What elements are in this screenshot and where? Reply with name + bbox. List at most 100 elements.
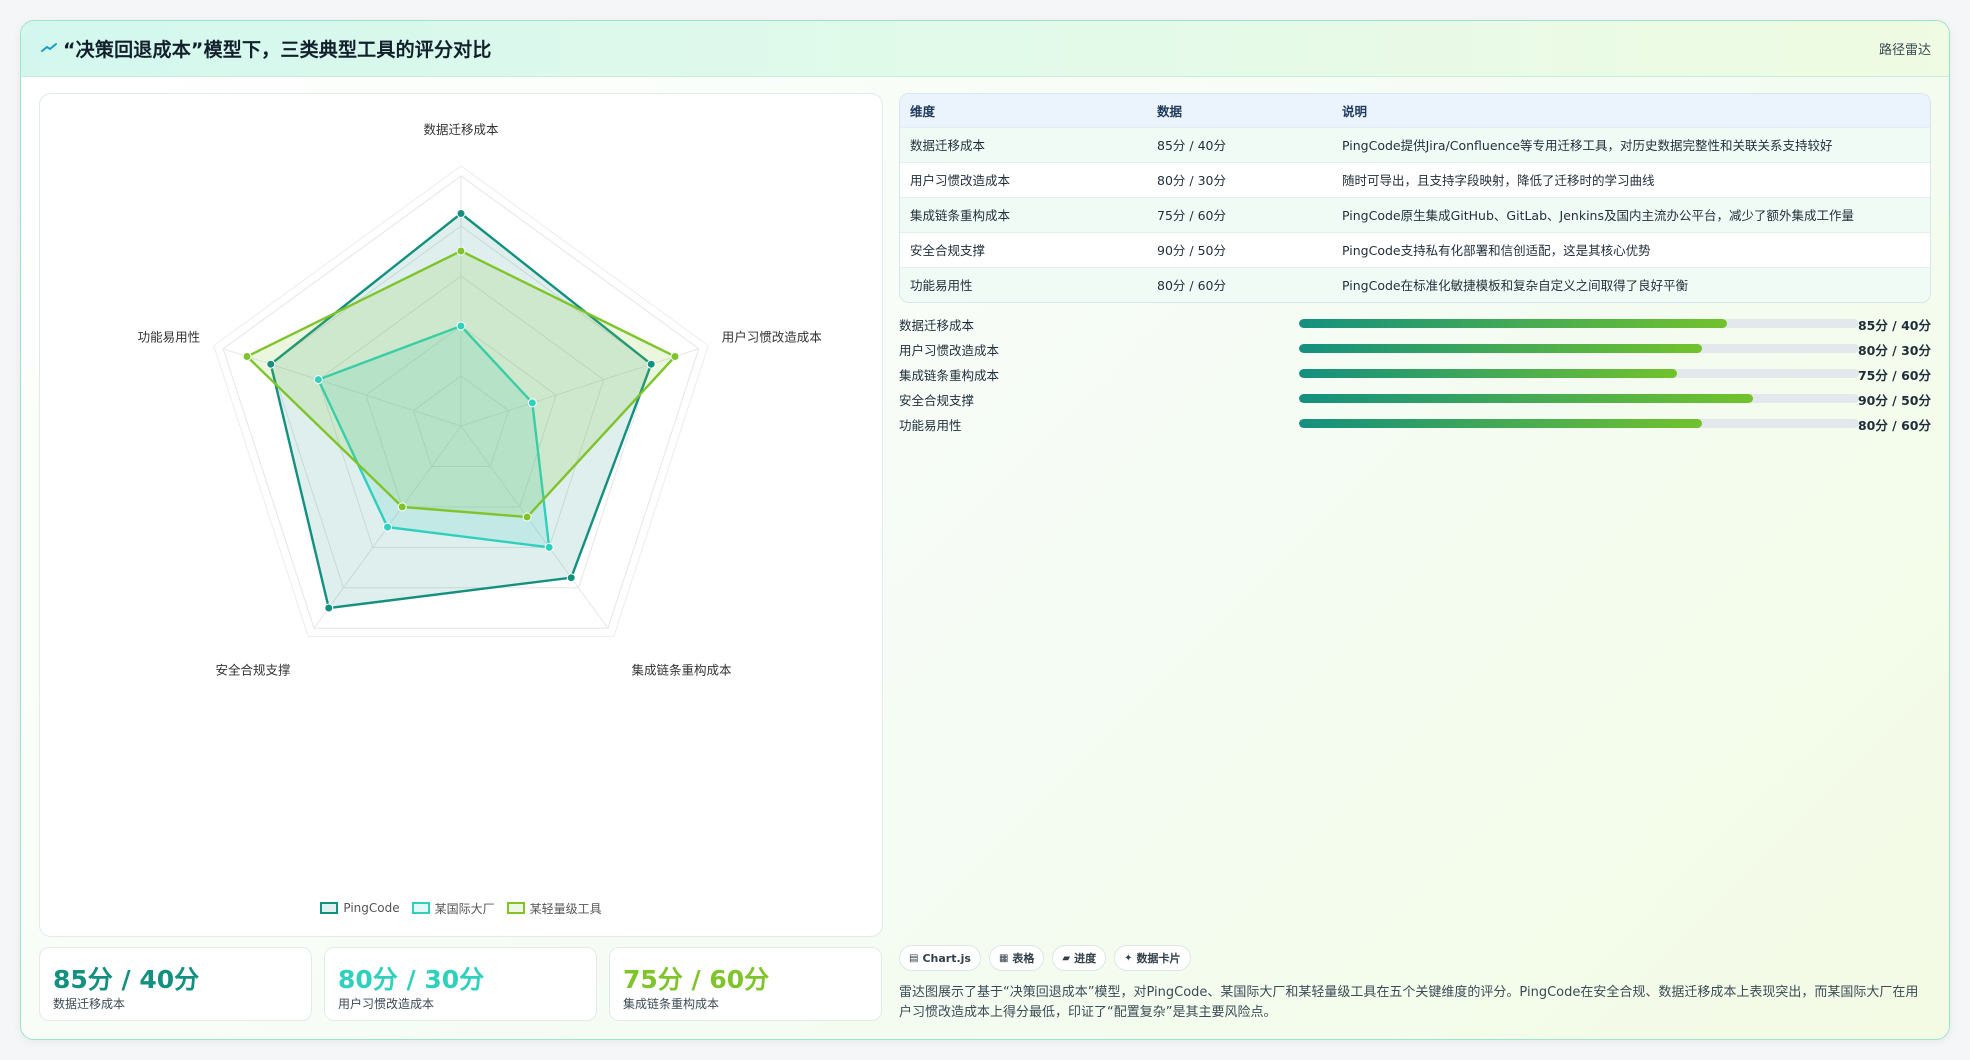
data-point: [527, 398, 537, 408]
page-title: “决策回退成本”模型下，三类典型工具的评分对比: [63, 39, 492, 61]
progress-row: 功能易用性 80分 / 60分: [899, 411, 1931, 436]
progress-track: [1299, 319, 1859, 328]
sparkle-icon: ✦: [1124, 952, 1133, 964]
stat-card: 75分 / 60分 集成链条重构成本: [609, 947, 882, 1021]
data-point: [397, 502, 407, 512]
summary-text: 雷达图展示了基于“决策回退成本”模型，对PingCode、某国际大厂和某轻量级工…: [899, 985, 1919, 1020]
legend-swatch: [320, 902, 339, 914]
chip-table[interactable]: ▦ 表格: [988, 945, 1045, 971]
chip-progress[interactable]: ▰ 进度: [1052, 945, 1107, 971]
table-cell: 75分 / 60分: [1147, 196, 1332, 232]
progress-track: [1299, 344, 1859, 353]
table-cell: 数据迁移成本: [900, 126, 1147, 162]
chip-label: 表格: [1012, 952, 1035, 965]
legend-label: 某轻量级工具: [529, 901, 602, 916]
table-cell: 80分 / 30分: [1147, 161, 1332, 197]
table-cell: 功能易用性: [900, 266, 1147, 302]
progress-value: 85分 / 40分: [1857, 318, 1931, 333]
table-icon: ▦: [998, 952, 1009, 964]
data-point: [313, 375, 323, 385]
data-point: [456, 209, 466, 218]
progress-label: 安全合规支撑: [899, 393, 975, 408]
data-point: [522, 512, 532, 522]
header-tag: 路径雷达: [1878, 43, 1931, 58]
chart-icon: ▤: [909, 952, 919, 964]
axis-label: 用户习惯改造成本: [722, 329, 823, 344]
progress-value: 75分 / 60分: [1857, 368, 1931, 383]
table-cell: 集成链条重构成本: [900, 196, 1147, 232]
chip-label: Chart.js: [922, 951, 971, 965]
data-point: [383, 522, 393, 532]
legend-label: PingCode: [343, 901, 400, 915]
progress-fill: [1299, 394, 1753, 403]
progress-label: 用户习惯改造成本: [899, 343, 1000, 358]
table-cell: 90分 / 50分: [1147, 231, 1332, 267]
feature-chips: ▤ Chart.js ▦ 表格 ▰ 进度 ✦ 数据卡片: [899, 945, 1191, 971]
progress-track: [1299, 369, 1859, 378]
axis-label: 安全合规支撑: [216, 663, 292, 678]
table-cell: PingCode在标准化敏捷模板和复杂自定义之间取得了良好平衡: [1332, 266, 1930, 302]
stat-label: 数据迁移成本: [53, 997, 126, 1011]
data-point: [544, 542, 554, 552]
legend-item[interactable]: 某国际大厂: [411, 898, 495, 918]
data-point: [324, 603, 334, 613]
axis-label: 集成链条重构成本: [631, 663, 732, 678]
table-header: 维度: [900, 94, 1147, 127]
progress-label: 集成链条重构成本: [899, 368, 1000, 383]
progress-fill: [1299, 344, 1703, 353]
radar-chart: 数据迁移成本用户习惯改造成本集成链条重构成本 安全合规支撑 功能易用性: [138, 122, 823, 678]
header-bar: “决策回退成本”模型下，三类典型工具的评分对比 路径雷达: [21, 21, 1949, 77]
legend-item[interactable]: 某轻量级工具: [506, 898, 602, 918]
progress-fill: [1299, 369, 1677, 378]
progress-bars: 数据迁移成本 85分 / 40分 用户习惯改造成本 80分 / 30分 集成链条…: [899, 311, 1931, 436]
legend-item[interactable]: PingCode: [320, 898, 400, 918]
progress-track: [1299, 419, 1859, 428]
stat-value: 75分 / 60分: [623, 965, 770, 994]
data-table: 维度 数据 说明 数据迁移成本 85分 / 40分 PingCode提供Jira…: [899, 93, 1931, 303]
table-row: 用户习惯改造成本 80分 / 30分 随时可导出，且支持字段映射，降低了迁移时的…: [900, 161, 1930, 197]
table-cell: 安全合规支撑: [900, 231, 1147, 267]
main-card: “决策回退成本”模型下，三类典型工具的评分对比 路径雷达 数据迁移成本 用户习惯改…: [20, 20, 1950, 1040]
table-header: 数据: [1147, 94, 1332, 127]
table-header-row: 维度 数据 说明: [900, 94, 1930, 127]
trend-icon: [41, 43, 57, 52]
progress-fill: [1299, 419, 1703, 428]
progress-label: 数据迁移成本: [899, 318, 975, 333]
data-point: [646, 359, 656, 369]
stat-label: 用户习惯改造成本: [338, 997, 435, 1011]
stat-value: 85分 / 40分: [53, 965, 200, 994]
stat-card: 80分 / 30分 用户习惯改造成本: [324, 947, 597, 1021]
stat-card: 85分 / 40分 数据迁移成本: [39, 947, 312, 1021]
stat-value: 80分 / 30分: [338, 965, 485, 994]
legend-label: 某国际大厂: [434, 901, 495, 916]
radar-chart-panel: 数据迁移成本用户习惯改造成本集成链条重构成本 安全合规支撑 功能易用性 PingCo…: [39, 93, 883, 937]
axis-label: 功能易用性: [138, 329, 201, 344]
progress-track: [1299, 394, 1859, 403]
table-row: 集成链条重构成本 75分 / 60分 PingCode原生集成GitHub、Gi…: [900, 196, 1930, 232]
table-cell: PingCode提供Jira/Confluence等专用迁移工具，对历史数据完整…: [1332, 126, 1930, 162]
progress-row: 集成链条重构成本 75分 / 60分: [899, 361, 1931, 386]
table-row: 数据迁移成本 85分 / 40分 PingCode提供Jira/Confluen…: [900, 126, 1930, 162]
legend-swatch: [506, 902, 525, 914]
data-point: [242, 351, 252, 361]
chart-legend: PingCode 某国际大厂 某轻量级工具: [40, 898, 882, 918]
table-cell: 80分 / 60分: [1147, 266, 1332, 302]
chip-data-card[interactable]: ✦ 数据卡片: [1114, 945, 1191, 971]
table-cell: PingCode原生集成GitHub、GitLab、Jenkins及国内主流办公…: [1332, 196, 1930, 232]
table-cell: 85分 / 40分: [1147, 126, 1332, 162]
progress-row: 数据迁移成本 85分 / 40分: [899, 311, 1931, 336]
stat-label: 集成链条重构成本: [623, 997, 720, 1011]
progress-value: 80分 / 30分: [1857, 343, 1931, 358]
axis-label: 数据迁移成本: [423, 122, 499, 137]
data-point: [456, 246, 466, 256]
table-cell: PingCode支持私有化部署和信创适配，这是其核心优势: [1332, 231, 1930, 267]
progress-label: 功能易用性: [899, 418, 962, 433]
progress-row: 用户习惯改造成本 80分 / 30分: [899, 336, 1931, 361]
chip-label: 数据卡片: [1136, 952, 1181, 965]
data-point: [566, 573, 576, 583]
data-point: [456, 321, 466, 331]
chip-chartjs[interactable]: ▤ Chart.js: [899, 945, 981, 971]
chip-label: 进度: [1074, 952, 1097, 965]
progress-icon: ▰: [1062, 952, 1071, 964]
progress-value: 80分 / 60分: [1857, 418, 1931, 433]
